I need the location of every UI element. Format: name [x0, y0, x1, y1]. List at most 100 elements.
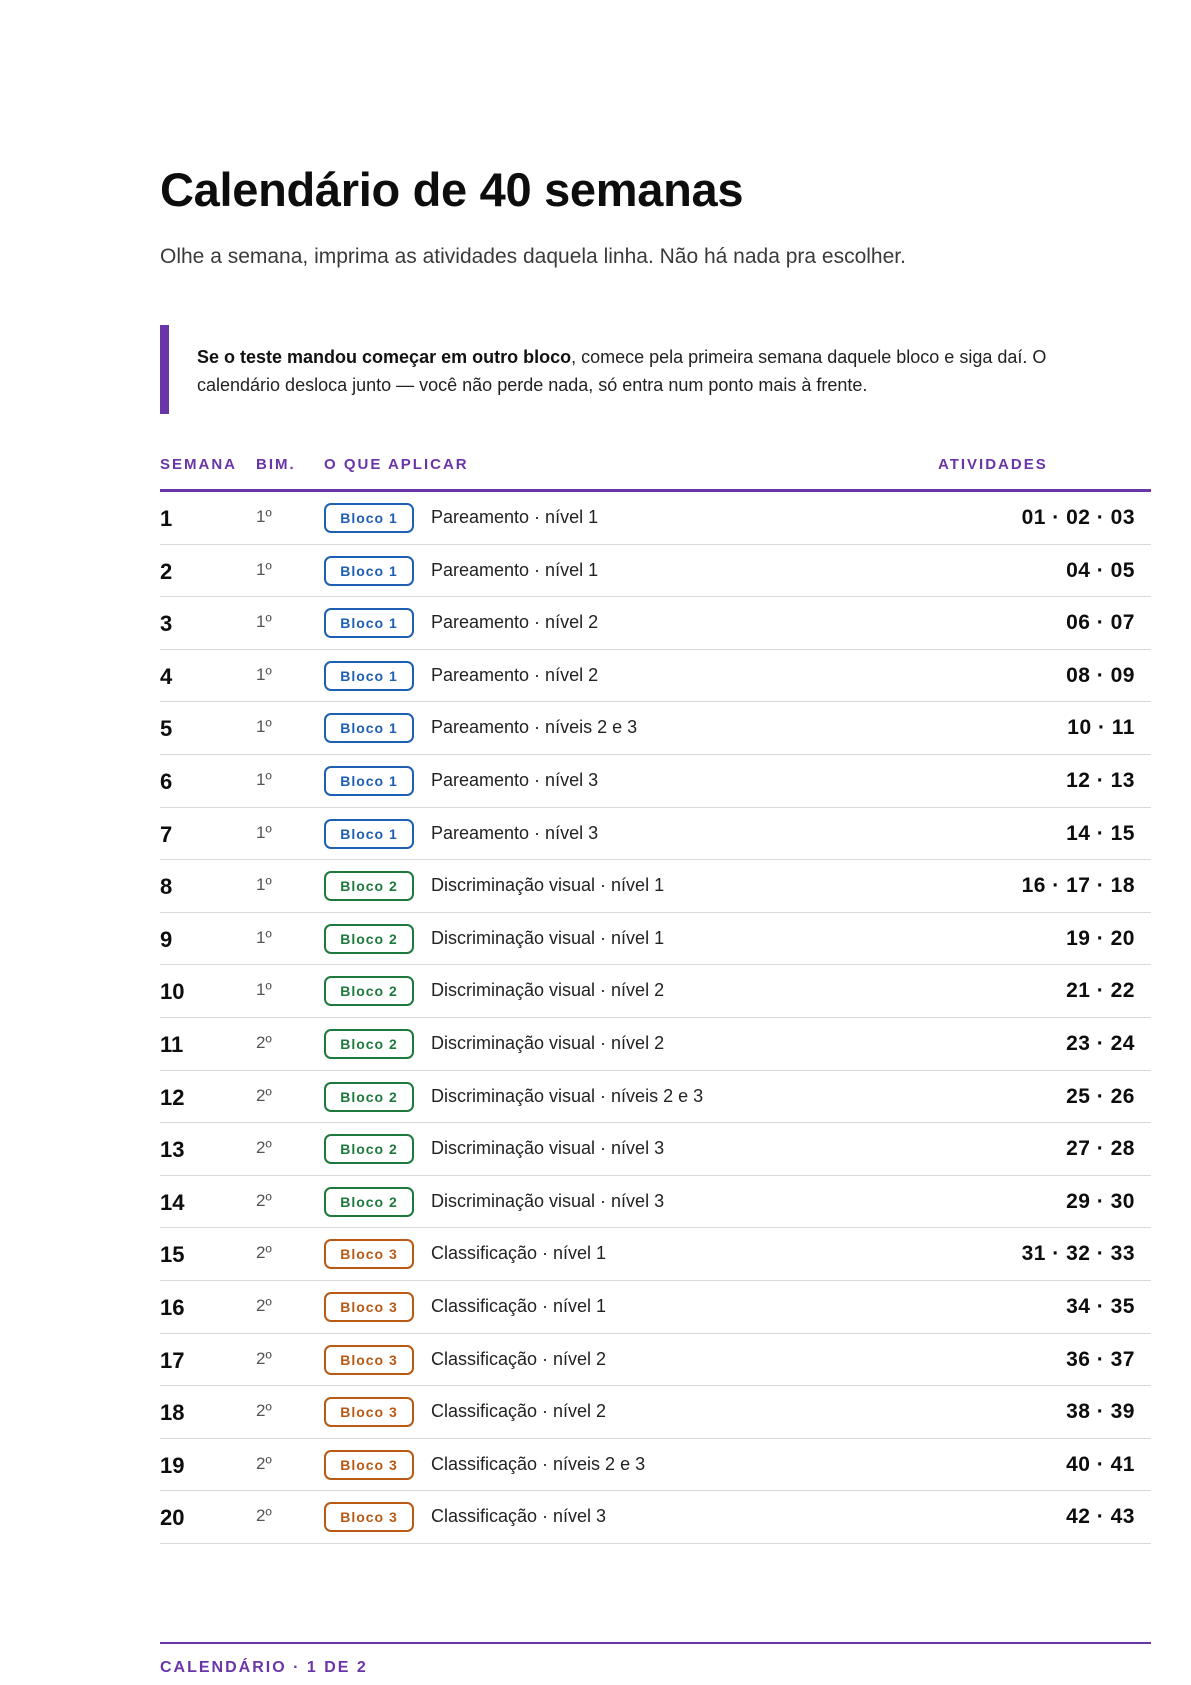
- header-activities: ATIVIDADES: [938, 456, 1048, 473]
- activity-description: Pareamento · nível 1: [431, 559, 599, 580]
- table-row: 8 1º Bloco 2 Discriminação visual · nível 1…: [160, 860, 1151, 913]
- block-badge: Bloco 2: [324, 1186, 414, 1217]
- table-row: 16 2º Bloco 3 Classificação · nível 1 34 · 3…: [160, 1281, 1151, 1334]
- week-number: 12: [160, 1084, 185, 1110]
- table-row: 19 2º Bloco 3 Classificação · níveis 2 e 3 4…: [160, 1439, 1151, 1492]
- activity-numbers: 16 · 17 · 18: [1021, 874, 1135, 898]
- week-number: 10: [160, 979, 185, 1005]
- week-number: 18: [160, 1400, 185, 1426]
- page-subtitle: Olhe a semana, imprima as atividades daq…: [160, 245, 906, 268]
- activity-description: Pareamento · nível 3: [431, 769, 599, 790]
- week-number: 16: [160, 1294, 185, 1320]
- table-row: 20 2º Bloco 3 Classificação · nível 3 42 · 4…: [160, 1491, 1151, 1544]
- block-badge: Bloco 3: [324, 1239, 414, 1270]
- activity-numbers: 06 · 07: [1066, 611, 1135, 635]
- bimester: 2º: [256, 1295, 272, 1315]
- table-row: 3 1º Bloco 1 Pareamento · nível 2 06 · 07: [160, 597, 1151, 650]
- block-badge: Bloco 2: [324, 871, 414, 902]
- activity-numbers: 04 · 05: [1066, 558, 1135, 582]
- week-number: 13: [160, 1137, 185, 1163]
- activity-description: Pareamento · níveis 2 e 3: [431, 717, 638, 738]
- week-number: 20: [160, 1505, 185, 1531]
- activity-numbers: 23 · 24: [1066, 1031, 1135, 1055]
- activity-description: Discriminação visual · nível 3: [431, 1190, 665, 1211]
- block-badge: Bloco 3: [324, 1397, 414, 1428]
- week-number: 8: [160, 874, 173, 900]
- table-row: 1 1º Bloco 1 Pareamento · nível 1 01 · 02 · …: [160, 492, 1151, 545]
- table-row: 7 1º Bloco 1 Pareamento · nível 3 14 · 15: [160, 808, 1151, 861]
- table-row: 14 2º Bloco 2 Discriminação visual · nível …: [160, 1176, 1151, 1229]
- activity-description: Discriminação visual · nível 3: [431, 1138, 665, 1159]
- bimester: 1º: [256, 822, 272, 842]
- activity-numbers: 38 · 39: [1066, 1400, 1135, 1424]
- callout-bold: Se o teste mandou começar em outro bloco: [197, 347, 572, 367]
- block-badge: Bloco 3: [324, 1502, 414, 1533]
- table-row: 15 2º Bloco 3 Classificação · nível 1 31 · 3…: [160, 1228, 1151, 1281]
- page-title: Calendário de 40 semanas: [160, 163, 744, 216]
- bimester: 2º: [256, 1190, 272, 1210]
- activity-description: Classificação · nível 2: [431, 1401, 607, 1422]
- table-row: 13 2º Bloco 2 Discriminação visual · nível …: [160, 1123, 1151, 1176]
- table-row: 6 1º Bloco 1 Pareamento · nível 3 12 · 13: [160, 755, 1151, 808]
- activity-description: Pareamento · nível 3: [431, 822, 599, 843]
- bimester: 1º: [256, 612, 272, 632]
- table-row: 4 1º Bloco 1 Pareamento · nível 2 08 · 09: [160, 650, 1151, 703]
- block-badge: Bloco 2: [324, 923, 414, 954]
- bimester: 1º: [256, 507, 272, 526]
- bimester: 2º: [256, 1401, 272, 1421]
- table-row: 11 2º Bloco 2 Discriminação visual · nível …: [160, 1018, 1151, 1071]
- activity-numbers: 36 · 37: [1066, 1347, 1135, 1371]
- table-row: 17 2º Bloco 3 Classificação · nível 2 36 · 3…: [160, 1334, 1151, 1387]
- header-bim: BIM.: [256, 456, 296, 473]
- activity-numbers: 14 · 15: [1066, 821, 1135, 845]
- activity-numbers: 25 · 26: [1066, 1084, 1135, 1108]
- block-badge: Bloco 2: [324, 976, 414, 1007]
- week-number: 15: [160, 1242, 185, 1268]
- activity-numbers: 29 · 30: [1066, 1189, 1135, 1213]
- activity-numbers: 10 · 11: [1067, 716, 1135, 740]
- page-footer: CALENDÁRIO · 1 DE 2: [160, 1659, 368, 1676]
- block-badge: Bloco 2: [324, 1028, 414, 1059]
- week-number: 5: [160, 716, 173, 742]
- activity-description: Discriminação visual · nível 1: [431, 927, 665, 948]
- activity-description: Classificação · níveis 2 e 3: [431, 1453, 646, 1474]
- activity-description: Discriminação visual · nível 1: [431, 875, 665, 896]
- footer-divider: [160, 1642, 1151, 1644]
- table-row: 9 1º Bloco 2 Discriminação visual · nível 1…: [160, 913, 1151, 966]
- week-number: 14: [160, 1189, 185, 1215]
- block-badge: Bloco 3: [324, 1291, 414, 1322]
- activity-numbers: 12 · 13: [1066, 768, 1135, 792]
- activity-description: Discriminação visual · nível 2: [431, 980, 665, 1001]
- activity-numbers: 42 · 43: [1066, 1505, 1135, 1529]
- week-number: 9: [160, 926, 173, 952]
- week-number: 19: [160, 1452, 185, 1478]
- activity-numbers: 19 · 20: [1066, 926, 1135, 950]
- block-badge: Bloco 1: [324, 818, 414, 849]
- week-number: 3: [160, 611, 173, 637]
- week-number: 17: [160, 1347, 185, 1373]
- activity-numbers: 31 · 32 · 33: [1021, 1242, 1135, 1266]
- activity-numbers: 34 · 35: [1066, 1294, 1135, 1318]
- table-row: 5 1º Bloco 1 Pareamento · níveis 2 e 3 10 · …: [160, 702, 1151, 755]
- block-badge: Bloco 2: [324, 1134, 414, 1165]
- activity-numbers: 27 · 28: [1066, 1137, 1135, 1161]
- block-badge: Bloco 2: [324, 1081, 414, 1112]
- activity-description: Pareamento · nível 2: [431, 664, 599, 685]
- week-number: 11: [160, 1031, 184, 1057]
- activity-description: Classificação · nível 2: [431, 1348, 607, 1369]
- block-badge: Bloco 1: [324, 608, 414, 639]
- block-badge: Bloco 1: [324, 555, 414, 586]
- block-badge: Bloco 3: [324, 1344, 414, 1375]
- bimester: 2º: [256, 1138, 272, 1158]
- bimester: 2º: [256, 1348, 272, 1368]
- activity-description: Pareamento · nível 2: [431, 612, 599, 633]
- block-badge: Bloco 3: [324, 1449, 414, 1480]
- week-number: 4: [160, 663, 173, 689]
- bimester: 2º: [256, 1243, 272, 1263]
- week-number: 1: [160, 506, 173, 531]
- activity-numbers: 01 · 02 · 03: [1021, 506, 1135, 529]
- bimester: 1º: [256, 980, 272, 1000]
- bimester: 1º: [256, 717, 272, 737]
- table-row: 10 1º Bloco 2 Discriminação visual · nível …: [160, 965, 1151, 1018]
- bimester: 1º: [256, 927, 272, 947]
